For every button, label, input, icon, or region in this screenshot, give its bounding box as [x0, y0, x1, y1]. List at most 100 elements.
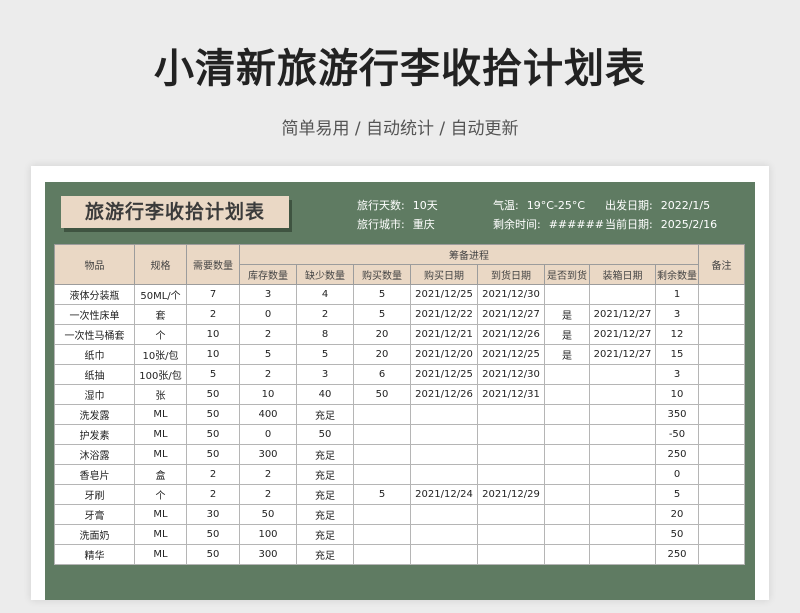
cell-buy-date[interactable]: 2021/12/26 — [410, 384, 478, 405]
cell-need[interactable]: 50 — [186, 384, 240, 405]
cell-pack-date[interactable] — [589, 484, 656, 505]
cell-arrive-date[interactable]: 2021/12/31 — [477, 384, 545, 405]
cell-buy-qty[interactable]: 5 — [353, 484, 411, 505]
cell-item[interactable]: 洗发露 — [54, 404, 135, 425]
cell-short[interactable]: 40 — [296, 384, 354, 405]
cell-note[interactable] — [698, 404, 745, 425]
cell-arrived[interactable] — [544, 404, 590, 425]
cell-buy-date[interactable]: 2021/12/25 — [410, 364, 478, 385]
cell-buy-qty[interactable]: 5 — [353, 284, 411, 305]
cell-short[interactable]: 充足 — [296, 404, 354, 425]
cell-stock[interactable]: 2 — [239, 364, 297, 385]
cell-short[interactable]: 50 — [296, 424, 354, 445]
cell-pack-date[interactable] — [589, 464, 656, 485]
cell-buy-date[interactable]: 2021/12/21 — [410, 324, 478, 345]
cell-remain[interactable]: 50 — [655, 524, 699, 545]
cell-need[interactable]: 2 — [186, 484, 240, 505]
cell-note[interactable] — [698, 544, 745, 565]
cell-arrived[interactable] — [544, 424, 590, 445]
cell-need[interactable]: 50 — [186, 424, 240, 445]
cell-spec[interactable]: 10张/包 — [134, 344, 187, 365]
cell-remain[interactable]: -50 — [655, 424, 699, 445]
cell-spec[interactable]: ML — [134, 444, 187, 465]
cell-pack-date[interactable]: 2021/12/27 — [589, 344, 656, 365]
cell-arrive-date[interactable]: 2021/12/30 — [477, 284, 545, 305]
cell-need[interactable]: 50 — [186, 404, 240, 425]
cell-short[interactable]: 8 — [296, 324, 354, 345]
cell-spec[interactable]: 个 — [134, 324, 187, 345]
cell-arrived[interactable] — [544, 384, 590, 405]
cell-item[interactable]: 洗面奶 — [54, 524, 135, 545]
cell-remain[interactable]: 0 — [655, 464, 699, 485]
cell-buy-qty[interactable]: 50 — [353, 384, 411, 405]
cell-note[interactable] — [698, 344, 745, 365]
cell-remain[interactable]: 20 — [655, 504, 699, 525]
cell-stock[interactable]: 3 — [239, 284, 297, 305]
cell-item[interactable]: 纸抽 — [54, 364, 135, 385]
cell-remain[interactable]: 10 — [655, 384, 699, 405]
cell-spec[interactable]: 套 — [134, 304, 187, 325]
cell-stock[interactable]: 2 — [239, 484, 297, 505]
cell-arrived[interactable]: 是 — [544, 304, 590, 325]
cell-arrived[interactable] — [544, 484, 590, 505]
cell-arrive-date[interactable] — [477, 424, 545, 445]
cell-arrive-date[interactable]: 2021/12/26 — [477, 324, 545, 345]
cell-pack-date[interactable] — [589, 444, 656, 465]
cell-need[interactable]: 5 — [186, 364, 240, 385]
cell-pack-date[interactable]: 2021/12/27 — [589, 324, 656, 345]
cell-stock[interactable]: 0 — [239, 304, 297, 325]
cell-pack-date[interactable] — [589, 284, 656, 305]
cell-pack-date[interactable] — [589, 404, 656, 425]
cell-buy-date[interactable]: 2021/12/20 — [410, 344, 478, 365]
cell-remain[interactable]: 350 — [655, 404, 699, 425]
cell-note[interactable] — [698, 484, 745, 505]
cell-arrived[interactable]: 是 — [544, 344, 590, 365]
cell-spec[interactable]: 张 — [134, 384, 187, 405]
cell-arrived[interactable] — [544, 464, 590, 485]
cell-stock[interactable]: 100 — [239, 524, 297, 545]
cell-note[interactable] — [698, 284, 745, 305]
cell-need[interactable]: 2 — [186, 304, 240, 325]
cell-item[interactable]: 沐浴露 — [54, 444, 135, 465]
cell-arrive-date[interactable]: 2021/12/30 — [477, 364, 545, 385]
cell-short[interactable]: 5 — [296, 344, 354, 365]
cell-short[interactable]: 充足 — [296, 524, 354, 545]
cell-item[interactable]: 牙膏 — [54, 504, 135, 525]
cell-arrive-date[interactable] — [477, 464, 545, 485]
cell-stock[interactable]: 400 — [239, 404, 297, 425]
cell-note[interactable] — [698, 444, 745, 465]
cell-item[interactable]: 液体分装瓶 — [54, 284, 135, 305]
cell-buy-date[interactable]: 2021/12/22 — [410, 304, 478, 325]
cell-pack-date[interactable] — [589, 384, 656, 405]
cell-short[interactable]: 充足 — [296, 464, 354, 485]
cell-pack-date[interactable]: 2021/12/27 — [589, 304, 656, 325]
cell-spec[interactable]: 盒 — [134, 464, 187, 485]
cell-buy-date[interactable] — [410, 404, 478, 425]
cell-note[interactable] — [698, 524, 745, 545]
cell-arrive-date[interactable] — [477, 504, 545, 525]
cell-need[interactable]: 10 — [186, 324, 240, 345]
cell-note[interactable] — [698, 464, 745, 485]
cell-note[interactable] — [698, 424, 745, 445]
cell-arrived[interactable] — [544, 364, 590, 385]
cell-item[interactable]: 香皂片 — [54, 464, 135, 485]
cell-pack-date[interactable] — [589, 424, 656, 445]
cell-buy-date[interactable] — [410, 524, 478, 545]
cell-pack-date[interactable] — [589, 544, 656, 565]
cell-spec[interactable]: 100张/包 — [134, 364, 187, 385]
cell-buy-qty[interactable]: 6 — [353, 364, 411, 385]
cell-buy-qty[interactable] — [353, 544, 411, 565]
cell-buy-date[interactable] — [410, 424, 478, 445]
cell-spec[interactable]: 个 — [134, 484, 187, 505]
cell-arrived[interactable] — [544, 524, 590, 545]
cell-stock[interactable]: 5 — [239, 344, 297, 365]
cell-spec[interactable]: ML — [134, 504, 187, 525]
cell-buy-date[interactable] — [410, 544, 478, 565]
cell-spec[interactable]: ML — [134, 404, 187, 425]
cell-buy-qty[interactable]: 20 — [353, 344, 411, 365]
cell-stock[interactable]: 300 — [239, 444, 297, 465]
cell-buy-qty[interactable]: 20 — [353, 324, 411, 345]
cell-buy-qty[interactable]: 5 — [353, 304, 411, 325]
cell-stock[interactable]: 2 — [239, 324, 297, 345]
cell-item[interactable]: 一次性马桶套 — [54, 324, 135, 345]
